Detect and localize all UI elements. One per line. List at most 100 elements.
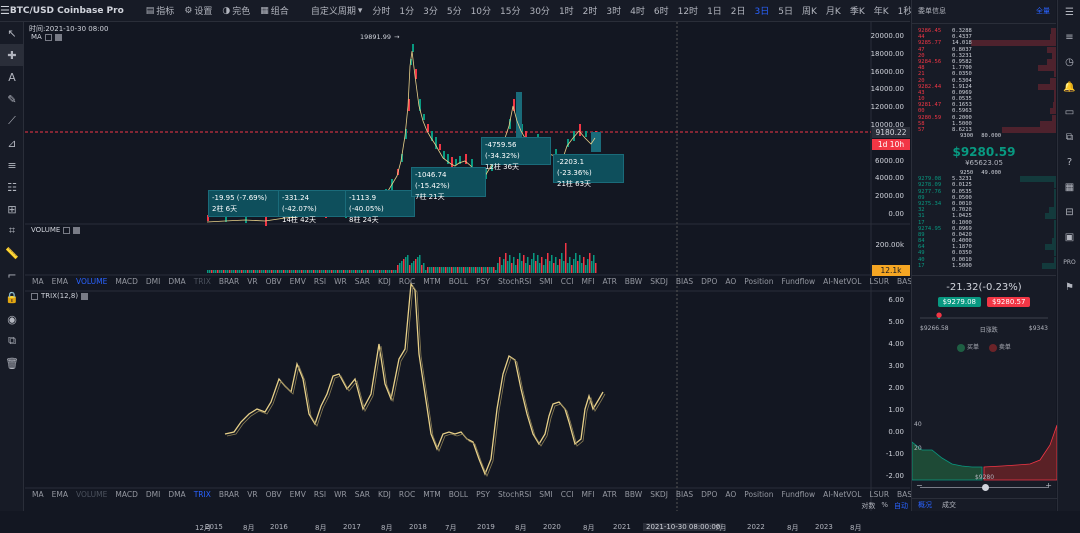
indicator-tab[interactable]: PSY bbox=[476, 490, 490, 499]
bid-price-badge[interactable]: $9279.08 bbox=[937, 297, 981, 307]
plus-icon[interactable]: + bbox=[1045, 481, 1052, 490]
indicator-tab[interactable]: SMI bbox=[539, 490, 552, 499]
indicator-tab[interactable]: Position bbox=[744, 277, 773, 286]
layers-icon[interactable]: ⧉ bbox=[0, 330, 24, 352]
ray-icon[interactable]: ⊿ bbox=[0, 132, 24, 154]
indicator-tab[interactable]: KDJ bbox=[378, 277, 391, 286]
interval-20[interactable]: 年K bbox=[874, 4, 889, 17]
interval-9[interactable]: 3时 bbox=[606, 4, 621, 17]
indicator-tab[interactable]: MTM bbox=[423, 490, 441, 499]
indicator-tab[interactable]: EMV bbox=[290, 490, 306, 499]
interval-15[interactable]: 3日 bbox=[755, 4, 770, 17]
close-icon[interactable] bbox=[73, 226, 81, 234]
tab-trades[interactable]: 成交 bbox=[942, 500, 956, 510]
indicator-tab[interactable]: DPO bbox=[701, 490, 717, 499]
interval-19[interactable]: 季K bbox=[850, 4, 865, 17]
interval-11[interactable]: 6时 bbox=[654, 4, 669, 17]
indicator-tab[interactable]: LSUR bbox=[869, 277, 889, 286]
indicator-button[interactable]: ▤ 指标 bbox=[146, 4, 175, 18]
interval-14[interactable]: 2日 bbox=[731, 4, 746, 17]
close-icon[interactable] bbox=[81, 292, 89, 300]
settings-button[interactable]: ⚙ 设置 bbox=[184, 4, 212, 18]
indicator-tab[interactable]: SAR bbox=[355, 277, 370, 286]
layout-icon[interactable]: ▣ bbox=[1058, 225, 1080, 250]
bell-icon[interactable]: 🔔 bbox=[1058, 75, 1080, 100]
indicator-tab[interactable]: MFI bbox=[581, 277, 594, 286]
indicator-tab[interactable]: WR bbox=[334, 277, 347, 286]
indicator-tab[interactable]: BRAR bbox=[219, 490, 239, 499]
flag-icon[interactable]: ⚑ bbox=[1058, 275, 1080, 300]
zoom-slider[interactable]: − + bbox=[916, 481, 1052, 491]
symbol-name[interactable]: BTC/USD bbox=[10, 6, 54, 16]
interval-13[interactable]: 1日 bbox=[707, 4, 722, 17]
interval-8[interactable]: 2时 bbox=[583, 4, 598, 17]
indicator-tab[interactable]: ROC bbox=[399, 490, 415, 499]
indicator-tab[interactable]: BBW bbox=[625, 490, 642, 499]
indicator-tab[interactable]: EMA bbox=[52, 490, 68, 499]
indicator-tab[interactable]: PSY bbox=[476, 277, 490, 286]
interval-5[interactable]: 15分 bbox=[500, 4, 520, 17]
shape-icon[interactable]: ⌗ bbox=[0, 220, 24, 242]
indicator-tab[interactable]: VR bbox=[247, 277, 257, 286]
measure-box[interactable]: -1113.9 (-40.05%) 8柱 24天 bbox=[345, 190, 415, 224]
indicator-tab[interactable]: MACD bbox=[115, 490, 137, 499]
indicator-tab[interactable]: AO bbox=[725, 277, 736, 286]
interval-2[interactable]: 3分 bbox=[423, 4, 438, 17]
measure-box[interactable]: -331.24 (-42.07%) 14柱 42天 bbox=[278, 190, 346, 224]
custom-period-button[interactable]: 自定义周期 ▾ bbox=[311, 4, 363, 18]
indicator-tab[interactable]: MA bbox=[32, 490, 44, 499]
log-toggle[interactable]: 对数 bbox=[861, 501, 875, 511]
indicator-tab[interactable]: EMA bbox=[52, 277, 68, 286]
interval-3[interactable]: 5分 bbox=[447, 4, 462, 17]
indicator-tab[interactable]: SKDJ bbox=[650, 277, 668, 286]
indicator-tab[interactable]: MTM bbox=[423, 277, 441, 286]
magnet-icon[interactable]: ⌐ bbox=[0, 264, 24, 286]
interval-12[interactable]: 12时 bbox=[678, 4, 698, 17]
interval-1[interactable]: 1分 bbox=[399, 4, 414, 17]
text-icon[interactable]: A bbox=[0, 66, 24, 88]
pen-icon[interactable]: ✎ bbox=[0, 88, 24, 110]
indicator-tab[interactable]: AO bbox=[725, 490, 736, 499]
indicator-tab[interactable]: LSUR bbox=[869, 490, 889, 499]
minus-icon[interactable]: − bbox=[916, 481, 923, 490]
interval-6[interactable]: 30分 bbox=[529, 4, 549, 17]
indicator-tab[interactable]: MACD bbox=[115, 277, 137, 286]
ask-row[interactable]: 57 8.6213 bbox=[912, 127, 1056, 133]
indicator-tab[interactable]: BOLL bbox=[449, 277, 468, 286]
indicator-tab[interactable]: MA bbox=[32, 277, 44, 286]
indicator-tab[interactable]: BRAR bbox=[219, 277, 239, 286]
expand-button[interactable]: 全量 bbox=[1036, 6, 1050, 23]
indicator-tab[interactable]: OBV bbox=[266, 277, 282, 286]
watchlist-icon[interactable]: ☰ bbox=[1058, 0, 1080, 25]
chat-icon[interactable]: ▭ bbox=[1058, 100, 1080, 125]
pattern-icon[interactable]: ⊞ bbox=[0, 198, 24, 220]
measure-box[interactable]: -1046.74 (-15.42%) 7柱 21天 bbox=[411, 167, 486, 201]
indicator-tab[interactable]: TRIX bbox=[194, 490, 211, 499]
indicator-tab[interactable]: VOLUME bbox=[76, 277, 107, 286]
lock-icon[interactable]: 🔒 bbox=[0, 286, 24, 308]
channel-icon[interactable]: ≡ bbox=[0, 154, 24, 176]
percent-toggle[interactable]: % bbox=[881, 501, 888, 511]
indicator-tab[interactable]: VOLUME bbox=[76, 490, 107, 499]
indicator-tab[interactable]: MFI bbox=[581, 490, 594, 499]
ruler-icon[interactable]: 📏 bbox=[0, 242, 24, 264]
indicator-tab[interactable]: WR bbox=[334, 490, 347, 499]
indicator-tab[interactable]: ROC bbox=[399, 277, 415, 286]
zoom-handle[interactable] bbox=[982, 484, 989, 491]
indicator-tab[interactable]: ATR bbox=[602, 277, 616, 286]
indicator-tab[interactable]: Fundflow bbox=[781, 277, 815, 286]
indicator-tab[interactable]: DMA bbox=[168, 490, 185, 499]
tab-overview[interactable]: 概况 bbox=[918, 500, 932, 510]
indicator-tab[interactable]: BOLL bbox=[449, 490, 468, 499]
indicator-tab[interactable]: TRIX bbox=[194, 277, 211, 286]
ask-price-badge[interactable]: $9280.57 bbox=[987, 297, 1031, 307]
indicator-tab[interactable]: CCI bbox=[561, 490, 574, 499]
indicator-tab[interactable]: DMA bbox=[168, 277, 185, 286]
theme-button[interactable]: ◑ 完色 bbox=[222, 4, 250, 18]
measure-box[interactable]: -4759.56 (-34.32%) 12柱 36天 bbox=[481, 137, 551, 171]
eye-icon[interactable]: ◉ bbox=[0, 308, 24, 330]
calendar-icon[interactable]: ▦ bbox=[1058, 175, 1080, 200]
indicator-tab[interactable]: DMI bbox=[146, 490, 160, 499]
fib-icon[interactable]: ☷ bbox=[0, 176, 24, 198]
interval-16[interactable]: 5日 bbox=[778, 4, 793, 17]
